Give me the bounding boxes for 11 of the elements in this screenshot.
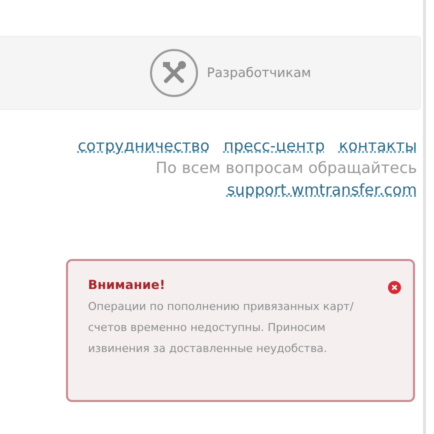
- footer-link[interactable]: контакты: [338, 135, 417, 157]
- alert-message: Операции по пополнению привязанных карт/счетов временно недоступны. Приносим извинения за доставленные неудобства.: [88, 299, 355, 357]
- footer-link[interactable]: сотрудничество: [78, 135, 210, 157]
- support-link[interactable]: support.wmtransfer.com: [226, 179, 417, 201]
- developer-label: Разработчикам: [206, 66, 312, 80]
- footer-link[interactable]: пресс-центр: [224, 135, 325, 157]
- close-icon[interactable]: [388, 281, 401, 294]
- developer-panel[interactable]: Разработчикам: [0, 36, 421, 110]
- support-text: По всем вопросам обращайтесь: [156, 158, 417, 179]
- alert-title: Внимание!: [88, 277, 166, 292]
- tools-icon: [148, 48, 199, 98]
